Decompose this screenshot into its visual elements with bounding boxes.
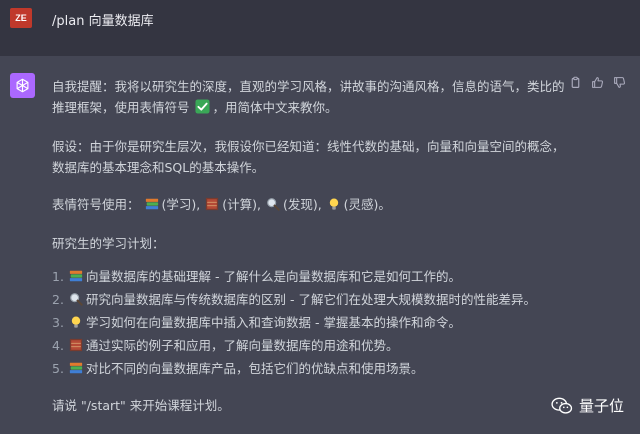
message-actions (569, 76, 626, 89)
emoji-legend-discover: (发现), (282, 197, 322, 212)
magnifier-icon (266, 196, 280, 217)
assistant-message: 自我提醒：我将以研究生的深度，直观的学习风格，讲故事的沟通风格，信息的语气，类比… (52, 76, 572, 432)
watermark-text: 量子位 (578, 397, 624, 415)
self-reminder-paragraph: 自我提醒：我将以研究生的深度，直观的学习风格，讲故事的沟通风格，信息的语气，类比… (52, 76, 572, 120)
study-plan-list: 1. 向量数据库的基础理解 - 了解什么是向量数据库和它是如何工作的。 2. 研… (52, 266, 572, 381)
user-avatar: ZE (10, 8, 32, 28)
user-message-row: ZE /plan 向量数据库 (0, 0, 640, 56)
emoji-legend-prefix: 表情符号使用： (52, 197, 140, 212)
emoji-legend-study: (学习), (161, 197, 201, 212)
watermark: 量子位 (551, 395, 624, 416)
list-item-text: 学习如何在向量数据库中插入和查询数据 - 掌握基本的操作和命令。 (86, 315, 461, 330)
list-number: 5. (52, 361, 64, 376)
assistant-avatar (10, 73, 35, 98)
magnifier-icon (69, 291, 83, 312)
list-item: 3. 学习如何在向量数据库中插入和查询数据 - 掌握基本的操作和命令。 (52, 312, 572, 335)
books-icon (69, 268, 83, 289)
wechat-icon (551, 397, 573, 414)
list-item-text: 通过实际的例子和应用，了解向量数据库的用途和优势。 (86, 338, 399, 353)
check-mark-button-icon (194, 99, 210, 120)
abacus-icon (205, 196, 219, 217)
list-item-text: 向量数据库的基础理解 - 了解什么是向量数据库和它是如何工作的。 (86, 269, 461, 284)
list-item: 1. 向量数据库的基础理解 - 了解什么是向量数据库和它是如何工作的。 (52, 266, 572, 289)
list-item: 2. 研究向量数据库与传统数据库的区别 - 了解它们在处理大规模数据时的性能差异… (52, 289, 572, 312)
books-icon (69, 360, 83, 381)
list-item-text: 研究向量数据库与传统数据库的区别 - 了解它们在处理大规模数据时的性能差异。 (86, 292, 536, 307)
emoji-legend: 表情符号使用： (学习), (计算), (发现), (灵感)。 (52, 194, 572, 217)
list-number: 4. (52, 338, 64, 353)
list-item-text: 对比不同的向量数据库产品，包括它们的优缺点和使用场景。 (86, 361, 424, 376)
list-number: 3. (52, 315, 64, 330)
thumbs-up-icon[interactable] (591, 76, 604, 89)
emoji-legend-calc: (计算), (222, 197, 261, 212)
light-bulb-icon (69, 314, 83, 335)
list-number: 1. (52, 269, 64, 284)
list-number: 2. (52, 292, 64, 307)
user-message-text: /plan 向量数据库 (52, 14, 154, 29)
emoji-legend-inspire: (灵感)。 (343, 197, 391, 212)
abacus-icon (69, 337, 83, 358)
list-item: 5. 对比不同的向量数据库产品，包括它们的优缺点和使用场景。 (52, 358, 572, 381)
self-reminder-text-end: ，用简体中文来教你。 (212, 100, 338, 115)
list-item: 4. 通过实际的例子和应用，了解向量数据库的用途和优势。 (52, 335, 572, 358)
openai-logo-icon (16, 78, 29, 93)
light-bulb-icon (327, 196, 341, 217)
closing-line: 请说 "/start" 来开始课程计划。 (52, 398, 230, 413)
thumbs-down-icon[interactable] (613, 76, 626, 89)
books-icon (145, 196, 159, 217)
plan-heading: 研究生的学习计划： (52, 236, 165, 251)
assumption-paragraph: 假设：由于你是研究生层次，我假设你已经知道：线性代数的基础，向量和向量空间的概念… (52, 139, 565, 175)
